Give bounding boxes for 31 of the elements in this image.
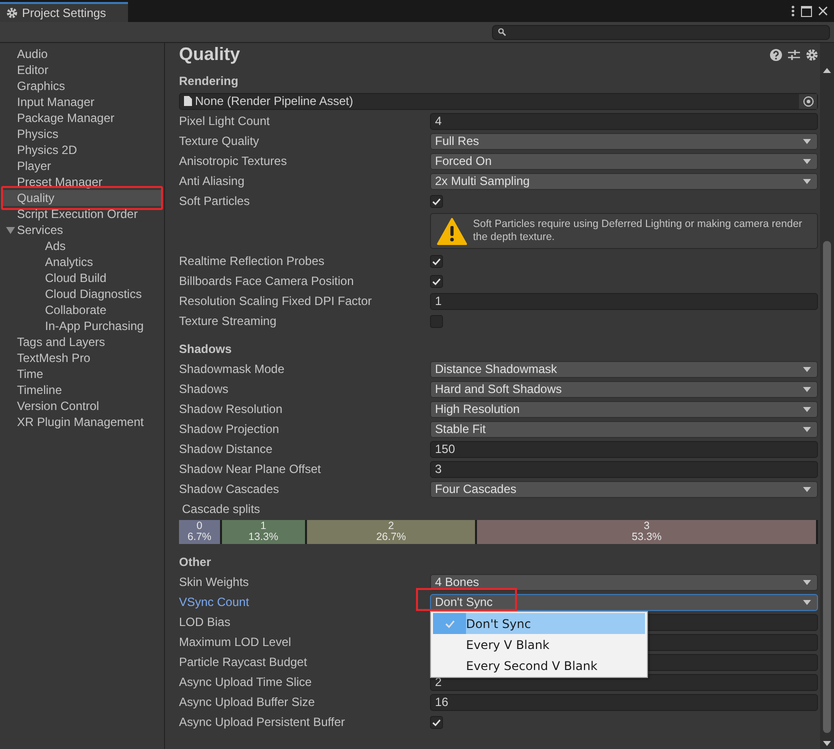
- field-label: Skin Weights: [179, 575, 250, 589]
- field-label: Anti Aliasing: [179, 174, 246, 188]
- field-label: LOD Bias: [179, 615, 232, 629]
- field-label: Cascade splits: [181, 502, 262, 516]
- field-label: Billboards Face Camera Position: [179, 274, 355, 288]
- field-label: Async Upload Persistent Buffer: [179, 715, 346, 729]
- section-header: Shadows: [179, 341, 233, 358]
- section-header: Rendering: [179, 73, 240, 90]
- field-label: Shadow Near Plane Offset: [179, 462, 322, 476]
- field-label: Anisotropic Textures: [179, 154, 288, 168]
- field-label: Async Upload Time Slice: [179, 675, 313, 689]
- warning-text: Soft Particles require using Deferred Lighting or making camera render the depth texture.: [473, 218, 804, 244]
- field-label: VSync Count: [179, 595, 250, 609]
- section-header: Other: [179, 554, 212, 571]
- field-label: Shadows: [179, 382, 230, 396]
- field-label: Pixel Light Count: [179, 114, 271, 128]
- field-label: Async Upload Buffer Size: [179, 695, 316, 709]
- field-label: Soft Particles: [179, 194, 251, 208]
- window-title: Project Settings: [22, 6, 106, 20]
- field-label: Shadow Projection: [179, 422, 280, 436]
- page-title: Quality: [179, 44, 242, 65]
- field-label: Resolution Scaling Fixed DPI Factor: [179, 294, 373, 308]
- field-label: Texture Quality: [179, 134, 260, 148]
- field-label: Shadow Resolution: [179, 402, 284, 416]
- field-label: Maximum LOD Level: [179, 635, 292, 649]
- field-label: Particle Raycast Budget: [179, 655, 308, 669]
- field-label: Texture Streaming: [179, 314, 278, 328]
- field-label: Shadowmask Mode: [179, 362, 286, 376]
- field-label: Shadow Distance: [179, 442, 274, 456]
- field-label: Realtime Reflection Probes: [179, 254, 326, 268]
- field-label: Shadow Cascades: [179, 482, 280, 496]
